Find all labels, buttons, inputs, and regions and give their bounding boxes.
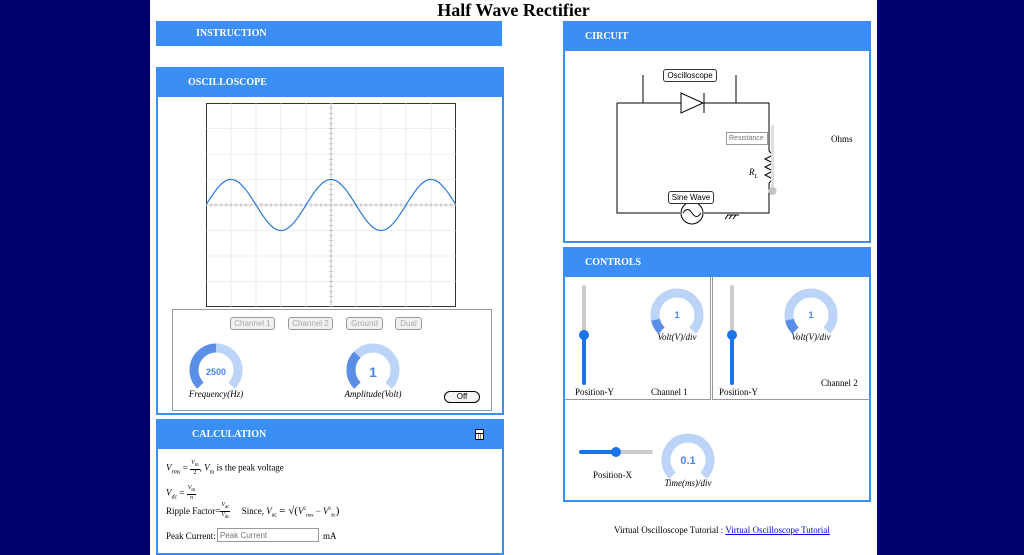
footer: Virtual Oscilloscope Tutorial : Virtual … bbox=[614, 525, 830, 535]
channel-1-position-y-label: Position-Y bbox=[575, 387, 615, 397]
oscilloscope-tutorial-link[interactable]: Virtual Oscilloscope Tutorial bbox=[725, 525, 829, 535]
position-x-slider[interactable] bbox=[579, 447, 653, 457]
time-div-value: 0.1 bbox=[680, 455, 696, 467]
peak-current-label: Peak Current: bbox=[166, 531, 216, 541]
channel-1-position-y-slider[interactable] bbox=[579, 285, 589, 385]
vrms-formula: Vrms = Vm 2, Vm is the peak voltage bbox=[166, 460, 284, 477]
off-button[interactable]: Off bbox=[444, 391, 480, 403]
oscilloscope-panel: OSCILLOSCOPE Channel 1 Channel 2 Ground … bbox=[156, 67, 504, 415]
dual-button[interactable]: Dual bbox=[395, 317, 422, 330]
ohms-label: Ohms bbox=[831, 134, 853, 144]
channel-2-box: Position-Y 1 Volt(V)/div Channel 2 bbox=[712, 277, 870, 400]
controls-title: CONTROLS bbox=[585, 257, 642, 268]
calculation-panel: CALCULATION Vrms = Vm 2, Vm is the peak v… bbox=[156, 419, 504, 555]
circuit-title: CIRCUIT bbox=[585, 31, 629, 42]
amplitude-value: 1 bbox=[369, 364, 377, 380]
instruction-header[interactable]: INSTRUCTION bbox=[156, 21, 502, 46]
time-div-label: Time(ms)/div bbox=[664, 478, 712, 488]
circuit-diagram bbox=[616, 75, 777, 225]
channel-2-position-y-slider[interactable] bbox=[727, 285, 737, 385]
position-x-label: Position-X bbox=[593, 470, 633, 480]
oscilloscope-screen bbox=[206, 103, 456, 307]
instruction-panel[interactable]: INSTRUCTION bbox=[156, 21, 502, 46]
diode-icon bbox=[680, 92, 705, 114]
oscilloscope-controls-box: Channel 1 Channel 2 Ground Dual 2500 Fre… bbox=[172, 309, 492, 411]
channel-2-button[interactable]: Channel 2 bbox=[288, 317, 333, 330]
ground-button[interactable]: Ground bbox=[346, 317, 383, 330]
channel-1-button[interactable]: Channel 1 bbox=[230, 317, 275, 330]
controls-header: CONTROLS bbox=[565, 249, 869, 277]
resistance-input[interactable] bbox=[726, 132, 768, 145]
channel-1-volt-label: Volt(V)/div bbox=[657, 332, 697, 342]
channel-2-volt-label: Volt(V)/div bbox=[791, 332, 831, 342]
oscilloscope-title: OSCILLOSCOPE bbox=[188, 77, 267, 88]
circuit-header: CIRCUIT bbox=[565, 23, 869, 51]
channel-2-label: Channel 2 bbox=[821, 378, 858, 388]
controls-panel: CONTROLS Position-Y 1 Volt(V)/div Channe… bbox=[563, 247, 871, 502]
rl-slider-track[interactable] bbox=[771, 125, 774, 195]
oscilloscope-header: OSCILLOSCOPE bbox=[158, 69, 502, 97]
channel-1-label: Channel 1 bbox=[651, 387, 688, 397]
calculation-header: CALCULATION bbox=[158, 421, 502, 449]
sine-wave-label[interactable]: Sine Wave bbox=[668, 191, 714, 204]
ground-icon bbox=[724, 214, 739, 220]
instruction-title: INSTRUCTION bbox=[196, 28, 267, 39]
rl-slider-thumb[interactable] bbox=[768, 187, 777, 195]
channel-1-box: Position-Y 1 Volt(V)/div Channel 1 bbox=[565, 277, 711, 400]
circuit-panel: CIRCUIT Oscilloscope Resistance Ohms RL … bbox=[563, 21, 871, 243]
ripple-factor-formula: Ripple Factor= Vac Vdc Since, Vac = √(V2rm… bbox=[166, 502, 340, 521]
timebase-box: Position-X 0.1 Time(ms)/div bbox=[565, 401, 869, 500]
vdc-formula: Vdc = Vm π bbox=[166, 485, 197, 502]
page-title: Half Wave Rectifier bbox=[437, 0, 590, 20]
oscilloscope-circuit-label[interactable]: Oscilloscope bbox=[663, 69, 717, 82]
peak-current-input[interactable] bbox=[217, 528, 319, 542]
page: Half Wave Rectifier INSTRUCTION OSCILLOS… bbox=[150, 0, 877, 555]
peak-current-unit: mA bbox=[323, 531, 337, 541]
calculation-title: CALCULATION bbox=[192, 429, 267, 440]
rl-label: RL bbox=[749, 167, 758, 180]
amplitude-label: Amplitude(Volt) bbox=[344, 389, 402, 399]
calculator-icon[interactable] bbox=[475, 429, 484, 440]
frequency-label: Frequency(Hz) bbox=[188, 389, 244, 399]
footer-text: Virtual Oscilloscope Tutorial : bbox=[614, 525, 724, 535]
channel-1-volt-value: 1 bbox=[674, 310, 680, 320]
channel-2-position-y-label: Position-Y bbox=[719, 387, 759, 397]
frequency-value: 2500 bbox=[205, 367, 227, 377]
channel-2-volt-value: 1 bbox=[808, 310, 814, 320]
